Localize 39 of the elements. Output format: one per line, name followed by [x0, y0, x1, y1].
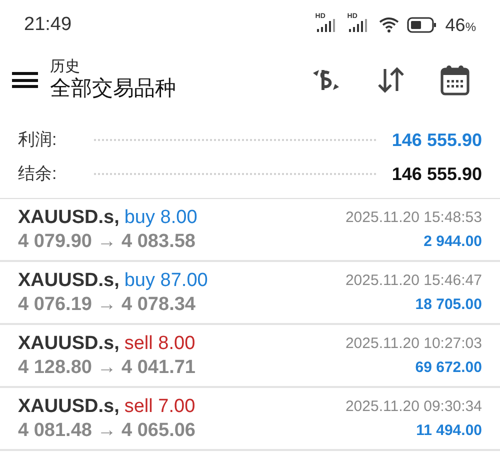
- trade-symbol: XAUUSD.s,: [18, 332, 120, 356]
- trade-volume: sell 7.00: [124, 394, 196, 418]
- trade-time: 2025.11.20 10:27:03: [345, 334, 482, 354]
- trade-row[interactable]: XAUUSD.s, sell 8.00 4 128.80 → 4 041.71 2025.11.20 10:27:03 69 672.00: [0, 325, 500, 388]
- trade-time: 2025.11.20 15:48:53: [345, 208, 482, 228]
- trade-profit: 18 705.00: [415, 294, 482, 314]
- trade-time: 2025.11.20 15:46:47: [345, 270, 482, 290]
- signal-icon: [347, 19, 370, 33]
- trade-row[interactable]: XAUUSD.s, sell 7.00 4 081.48 → 4 065.06 2025.11.20 09:30:34 11 494.00: [0, 388, 500, 451]
- summary-label: 利润:: [18, 129, 58, 152]
- trade-time: 2025.11.20 09:30:34: [345, 396, 482, 416]
- trade-row[interactable]: XAUUSD.s, buy 8.00 4 079.90 → 4 083.58 2025.11.20 15:48:53 2 944.00: [0, 199, 500, 262]
- trade-symbol: XAUUSD.s,: [18, 206, 120, 230]
- trade-volume: sell 8.00: [124, 332, 196, 356]
- summary-value: 146 555.90: [392, 128, 482, 152]
- menu-button[interactable]: [12, 70, 38, 90]
- trade-row[interactable]: XAUUSD.s, buy 87.00 4 076.19 → 4 078.34 2025.11.20 15:46:47 18 705.00: [0, 262, 500, 325]
- battery-icon: [407, 17, 438, 33]
- status-time: 21:49: [24, 12, 72, 37]
- trade-prices: 4 128.80 → 4 041.71: [18, 356, 196, 380]
- calendar-button[interactable]: [440, 64, 470, 96]
- trade-symbol: XAUUSD.s,: [18, 268, 120, 292]
- header-title: 全部交易品种: [50, 76, 177, 102]
- trade-volume: buy 8.00: [124, 206, 198, 230]
- trade-profit: 2 944.00: [424, 232, 482, 252]
- battery-percent: 46%: [445, 14, 476, 36]
- summary-label: 结余:: [18, 163, 58, 186]
- wifi-icon: [379, 17, 400, 33]
- trade-prices: 4 081.48 → 4 065.06: [18, 418, 196, 442]
- summary-value: 146 555.90: [392, 162, 482, 186]
- trade-profit: 11 494.00: [416, 420, 482, 440]
- trade-volume: buy 87.00: [124, 268, 208, 292]
- trade-prices: 4 076.19 → 4 078.34: [18, 292, 196, 316]
- trade-profit: 69 672.00: [415, 358, 482, 378]
- sort-button[interactable]: [376, 65, 406, 95]
- trade-symbol: XAUUSD.s,: [18, 394, 120, 418]
- signal-icon: [315, 19, 338, 33]
- trade-prices: 4 079.90 → 4 083.58: [18, 230, 196, 254]
- header-subtitle: 历史: [50, 58, 81, 76]
